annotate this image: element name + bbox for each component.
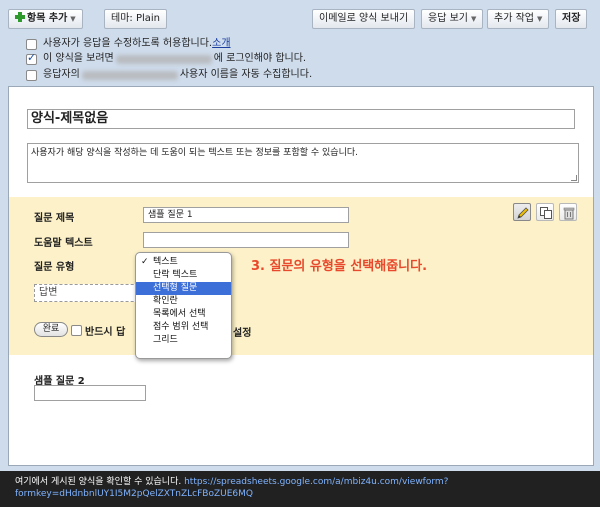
type-option-label: 선택형 질문 — [153, 283, 198, 293]
add-item-button[interactable]: 항목 추가 ▼ — [8, 9, 83, 29]
published-form-url-continued[interactable]: formkey=dHdnbnlUY1I5M2pQelZXTnZLcFBoZUE6… — [15, 489, 253, 499]
allow-edit-checkbox[interactable] — [26, 38, 37, 50]
type-option-label: 점수 범위 선택 — [153, 322, 209, 332]
form-settings: 사용자가 응답을 수정하도록 허용합니다. 소개 이 양식을 보려면 에 로그인… — [0, 32, 600, 84]
email-form-label: 이메일로 양식 보내기 — [319, 13, 409, 24]
question-title-label: 질문 제목 — [34, 213, 75, 224]
checkmark-icon: ✓ — [141, 257, 149, 267]
redacted-domain — [81, 70, 178, 80]
type-option-label: 텍스트 — [153, 257, 178, 267]
chevron-down-icon: ▼ — [70, 15, 76, 23]
collect-username-checkbox[interactable] — [26, 69, 37, 81]
instruction-annotation: 3. 질문의 유형을 선택해줍니다. — [251, 259, 428, 274]
theme-label: 테마: Plain — [111, 13, 161, 24]
type-option[interactable]: ✓ 텍스트 — [136, 256, 231, 269]
help-text-input[interactable] — [143, 232, 349, 248]
status-bar: 여기에서 게시된 양식을 확인할 수 있습니다. https://spreads… — [0, 471, 600, 507]
type-option-label: 확인란 — [153, 296, 178, 306]
required-checkbox[interactable] — [71, 325, 82, 336]
view-responses-button[interactable]: 응답 보기 ▼ — [421, 9, 484, 29]
chevron-down-icon: ▼ — [470, 15, 477, 23]
view-responses-label: 응답 보기 — [428, 13, 468, 24]
type-option[interactable]: 확인란 — [136, 295, 231, 308]
help-text-label: 도움말 텍스트 — [34, 238, 93, 249]
save-label: 저장 — [562, 13, 581, 24]
allow-edit-setting: 사용자가 응답을 수정하도록 허용합니다. 소개 — [26, 37, 231, 51]
pencil-icon — [517, 207, 529, 219]
collect-username-setting: 응답자의 사용자 이름을 자동 수집합니다. — [26, 68, 312, 82]
form-title-input[interactable]: 양식-제목없음 — [27, 109, 575, 129]
question-title-input[interactable]: 샘플 질문 1 — [143, 207, 349, 223]
done-button[interactable]: 완료 — [34, 322, 68, 337]
settings-label-fragment: 설정 — [233, 328, 252, 339]
form-description-textarea[interactable]: 사용자가 해당 양식을 작성하는 데 도움이 되는 텍스트 또는 정보를 포함할… — [27, 143, 579, 183]
question-type-label: 질문 유형 — [34, 262, 75, 273]
collect-username-prefix: 응답자의 — [43, 69, 80, 80]
form-editor: 양식-제목없음 사용자가 해당 양식을 작성하는 데 도움이 되는 텍스트 또는… — [8, 86, 594, 466]
redacted-domain — [115, 54, 212, 64]
chevron-down-icon: ▼ — [536, 15, 543, 23]
required-label: 반드시 답 — [85, 327, 126, 338]
more-actions-button[interactable]: 추가 작업 ▼ — [487, 9, 550, 29]
require-login-prefix: 이 양식을 보려면 — [43, 53, 114, 64]
type-option-highlighted[interactable]: 선택형 질문 — [136, 282, 231, 295]
type-option-label: 단락 텍스트 — [153, 270, 198, 280]
type-option-label: 그리드 — [153, 335, 178, 345]
require-login-setting: 이 양식을 보려면 에 로그인해야 합니다. — [26, 52, 306, 66]
collect-username-suffix: 사용자 이름을 자동 수집합니다. — [179, 69, 313, 80]
require-login-suffix: 에 로그인해야 합니다. — [213, 53, 307, 64]
toolbar: 항목 추가 ▼ 테마: Plain 이메일로 양식 보내기 응답 보기 ▼ 추가 작… — [0, 0, 600, 32]
theme-button[interactable]: 테마: Plain — [104, 9, 168, 29]
resize-handle[interactable] — [571, 175, 577, 181]
allow-edit-label: 사용자가 응답을 수정하도록 허용합니다. — [43, 38, 213, 49]
type-option[interactable]: 단락 텍스트 — [136, 269, 231, 282]
trash-icon — [563, 207, 575, 220]
question-editor: 질문 제목 샘플 질문 1 도움말 텍스트 질문 유형 답변 완료 반드시 답 … — [9, 197, 593, 359]
email-form-button[interactable]: 이메일로 양식 보내기 — [312, 9, 416, 29]
duplicate-question-button[interactable] — [536, 203, 554, 221]
required-option: 반드시 답 — [71, 323, 125, 338]
type-option[interactable]: 점수 범위 선택 — [136, 321, 231, 334]
question-type-dropdown[interactable]: ✓ 텍스트 단락 텍스트 선택형 질문 확인란 목록에서 선택 점수 범위 선택 … — [135, 252, 232, 359]
plus-icon — [15, 12, 25, 22]
question-2-answer-input[interactable] — [34, 385, 146, 401]
save-button[interactable]: 저장 — [555, 9, 588, 29]
published-form-url[interactable]: https://spreadsheets.google.com/a/mbiz4u… — [184, 477, 448, 487]
status-text: 여기에서 게시된 양식을 확인할 수 있습니다. — [15, 477, 182, 487]
type-option[interactable]: 그리드 — [136, 334, 231, 347]
about-link[interactable]: 소개 — [212, 38, 230, 50]
edit-question-button[interactable] — [513, 203, 531, 221]
type-option[interactable]: 목록에서 선택 — [136, 308, 231, 321]
type-option-label: 목록에서 선택 — [153, 309, 206, 319]
more-actions-label: 추가 작업 — [494, 13, 534, 24]
add-item-label: 항목 추가 — [27, 13, 68, 24]
copy-icon — [540, 207, 552, 219]
delete-question-button[interactable] — [559, 203, 577, 221]
require-login-checkbox[interactable] — [26, 52, 37, 65]
form-description-text: 사용자가 해당 양식을 작성하는 데 도움이 되는 텍스트 또는 정보를 포함할… — [31, 148, 358, 158]
